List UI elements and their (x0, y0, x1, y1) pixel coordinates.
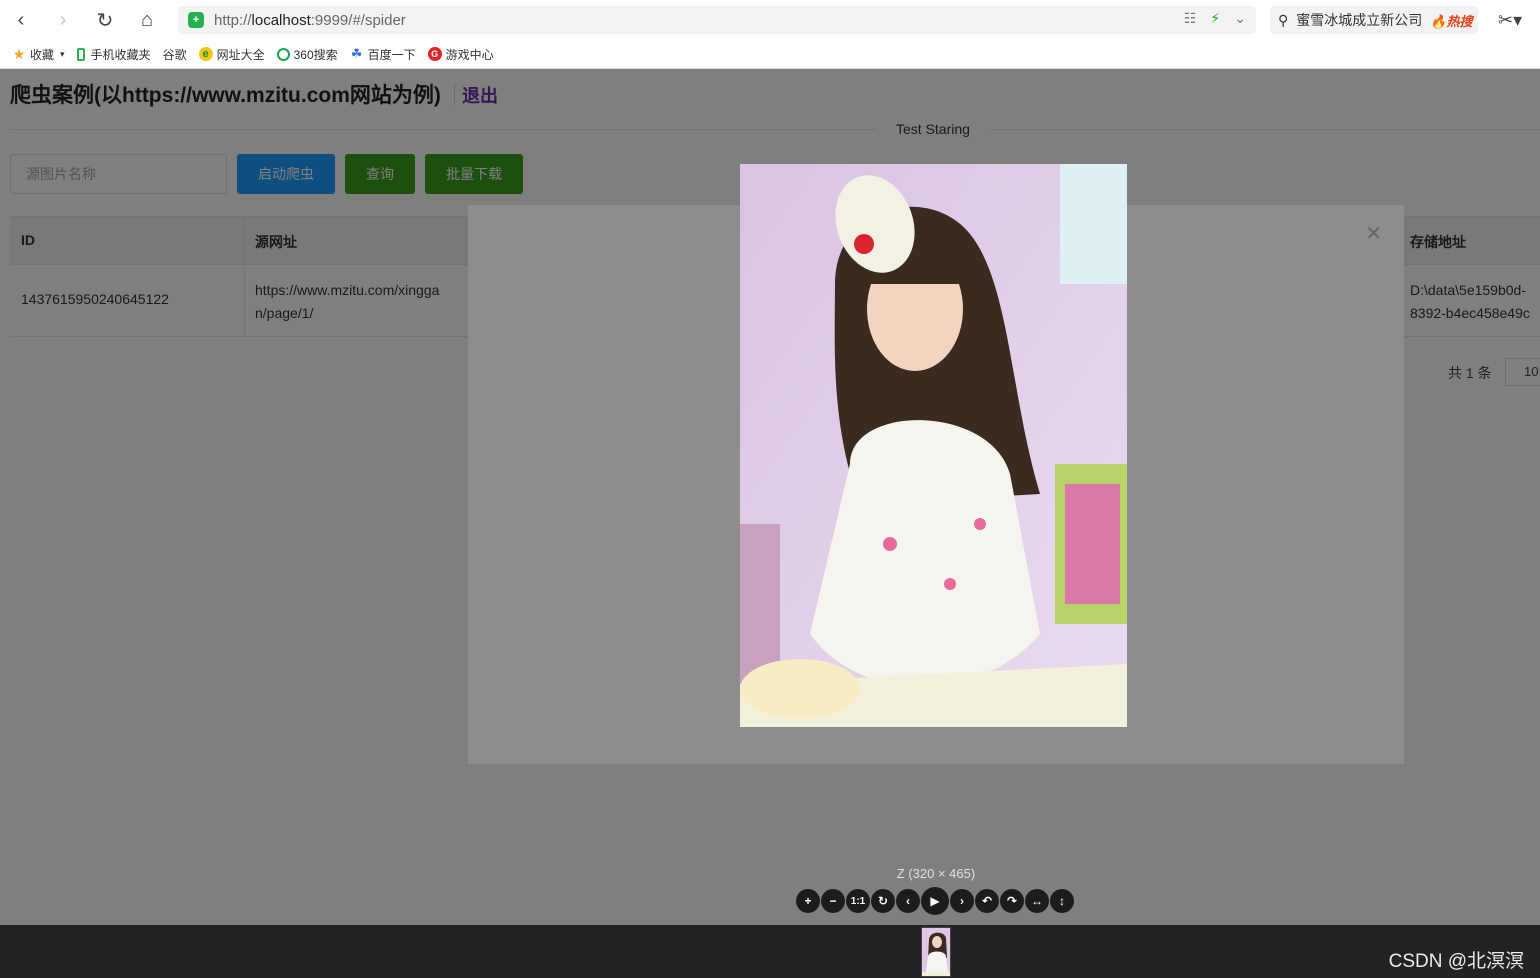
viewer-toolbar: + − 1:1 ↻ ‹ ▶ › ↶ ↷ ↔ ↕ (796, 887, 1074, 915)
forward-icon[interactable]: › (42, 0, 84, 40)
bookmark-favorites[interactable]: ★ 收藏 ▾ (12, 46, 65, 63)
secure-shield-icon: + (188, 12, 204, 28)
zoom-out-icon[interactable]: − (821, 889, 845, 913)
home-icon[interactable]: ⌂ (126, 0, 168, 40)
reset-icon[interactable]: ↻ (871, 889, 895, 913)
thumbnail[interactable] (921, 927, 951, 977)
bookmark-hao[interactable]: e 网址大全 (198, 46, 265, 63)
reload-icon[interactable]: ↻ (84, 0, 126, 40)
bookmark-mobile[interactable]: 手机收藏夹 (76, 46, 151, 63)
zoom-in-icon[interactable]: + (796, 889, 820, 913)
play-icon[interactable]: ▶ (921, 887, 949, 915)
qr-code-icon[interactable]: ☷ (1184, 10, 1197, 27)
rotate-left-icon[interactable]: ↶ (975, 889, 999, 913)
thumbnail-image (922, 928, 950, 976)
search-360-icon (276, 47, 290, 61)
search-suggestion: 蜜雪冰城成立新公司 (1296, 12, 1423, 28)
search-icon: ⚲ (1278, 11, 1289, 28)
bookmarks-bar: ★ 收藏 ▾ 手机收藏夹 谷歌 e 网址大全 360搜索 ☘ 百度一下 G 游戏中心 (0, 40, 1540, 122)
baidu-paw-icon: ☘ (350, 46, 363, 61)
flip-vertical-icon[interactable]: ↕ (1050, 889, 1074, 913)
bookmark-games[interactable]: G 游戏中心 (427, 46, 494, 63)
game-center-icon: G (427, 47, 442, 61)
watermark: CSDN @北溟溟 (1388, 951, 1524, 972)
lightning-icon[interactable]: ⚡ (1210, 10, 1220, 27)
hot-search-badge: 🔥热搜 (1430, 13, 1473, 29)
photo-illustration (740, 164, 1127, 727)
star-icon: ★ (12, 45, 26, 62)
browser-search-bar[interactable]: ⚲ 蜜雪冰城成立新公司 🔥热搜 (1270, 6, 1478, 34)
bookmark-google[interactable]: 谷歌 (0, 46, 187, 122)
close-icon[interactable]: ✕ (1365, 221, 1382, 246)
rotate-right-icon[interactable]: ↷ (1000, 889, 1024, 913)
viewer-navbar (0, 925, 1540, 978)
one-to-one-icon[interactable]: 1:1 (846, 889, 870, 913)
viewer-caption: Z (320 × 465) (896, 866, 976, 881)
scissors-icon[interactable]: ✂▾ (1498, 10, 1522, 31)
next-icon[interactable]: › (950, 889, 974, 913)
browser-logo-icon: e (198, 47, 213, 61)
chevron-down-icon[interactable]: ⌄ (1234, 10, 1246, 27)
back-icon[interactable]: ‹ (0, 0, 42, 40)
bookmark-360[interactable]: 360搜索 (276, 46, 338, 63)
flip-horizontal-icon[interactable]: ↔ (1025, 889, 1049, 913)
prev-icon[interactable]: ‹ (896, 889, 920, 913)
url-text: http://localhost:9999/#/spider (214, 11, 406, 29)
preview-photo[interactable] (740, 164, 1127, 727)
address-bar[interactable]: + http://localhost:9999/#/spider ☷ ⚡ ⌄ (178, 6, 1256, 34)
bookmark-baidu[interactable]: ☘ 百度一下 (350, 46, 416, 63)
phone-icon (76, 47, 85, 61)
